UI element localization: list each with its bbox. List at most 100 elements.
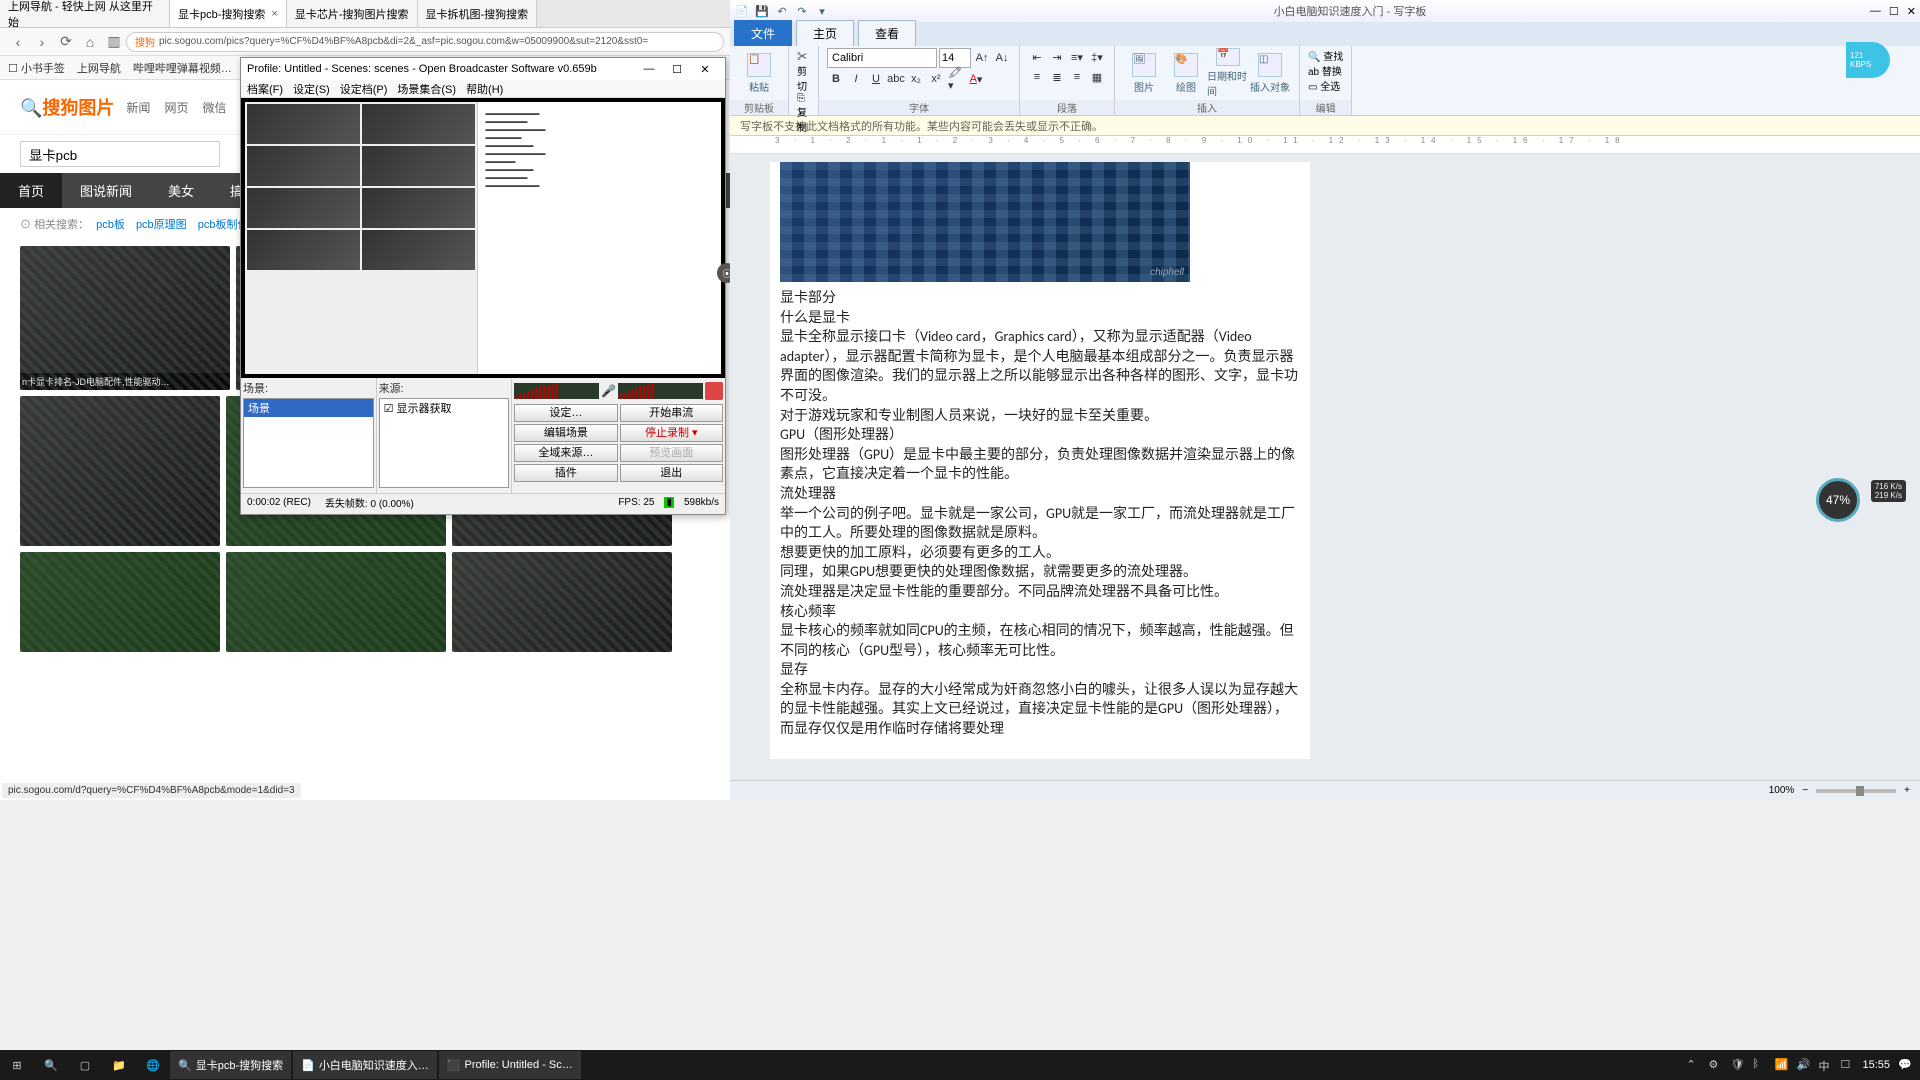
wifi-icon[interactable]: 📶 — [1774, 1058, 1788, 1072]
document-area[interactable]: chiphell 显卡部分 什么是显卡 显卡全称显示接口卡（Video card… — [730, 154, 1920, 780]
app-icon[interactable]: 📄 — [734, 3, 750, 19]
browser-tab[interactable]: 上网导航 - 轻快上网 从这里开始 — [0, 0, 170, 27]
browser-icon[interactable]: 🌐 — [136, 1050, 170, 1080]
paste-button[interactable]: 📋粘贴 — [738, 48, 780, 98]
ribbon-tab-home[interactable]: 主页 — [796, 20, 854, 46]
menu-item[interactable]: 设定(S) — [293, 81, 330, 97]
cut-button[interactable]: ✂ 剪切 — [797, 48, 810, 93]
taskbar-app[interactable]: 📄 小白电脑知识速度入… — [293, 1051, 437, 1079]
ruler[interactable]: 3 · 1 · 2 · 1 · 1 · 2 · 3 · 4 · 5 · 6 · … — [730, 136, 1920, 154]
zoom-out-button[interactable]: − — [1802, 785, 1808, 796]
insert-datetime-button[interactable]: 📅日期和时间 — [1207, 48, 1249, 98]
justify-button[interactable]: ▦ — [1088, 68, 1106, 86]
replace-button[interactable]: ab 替换 — [1308, 63, 1343, 78]
line-spacing-button[interactable]: ‡▾ — [1088, 48, 1106, 66]
maximize-button[interactable]: ☐ — [663, 63, 691, 76]
qat-dropdown-icon[interactable]: ▾ — [814, 3, 830, 19]
browser-tab[interactable]: 显卡拆机图-搜狗搜索 — [418, 0, 538, 27]
result-thumb[interactable] — [20, 552, 220, 652]
bold-button[interactable]: B — [827, 70, 845, 88]
obs-title-bar[interactable]: Profile: Untitled - Scenes: scenes - Ope… — [241, 58, 725, 80]
bluetooth-icon[interactable]: ᛒ — [1752, 1058, 1766, 1072]
nav-tab[interactable]: 图说新闻 — [62, 173, 150, 208]
exit-button[interactable]: 退出 — [620, 464, 723, 482]
insert-picture-button[interactable]: 🖼图片 — [1123, 48, 1165, 98]
ribbon-tab-view[interactable]: 查看 — [858, 20, 916, 46]
nav-tab[interactable]: 美女 — [150, 173, 212, 208]
find-button[interactable]: 🔍 查找 — [1308, 48, 1343, 63]
bookmark-item[interactable]: 哔哩哔哩弹幕视频… — [133, 60, 232, 76]
start-stream-button[interactable]: 开始串流 — [620, 404, 723, 422]
document-text[interactable]: 显卡部分 什么是显卡 显卡全称显示接口卡（Video card，Graphics… — [780, 288, 1300, 739]
sources-list[interactable]: ☑ 显示器获取 — [379, 398, 510, 488]
close-button[interactable]: ✕ — [691, 63, 719, 76]
taskbar-app[interactable]: ⬛ Profile: Untitled - Sc… — [439, 1051, 581, 1079]
ribbon-tab-file[interactable]: 文件 — [734, 20, 792, 46]
cpu-gauge[interactable]: 47% — [1816, 478, 1860, 522]
edit-scene-button[interactable]: 编辑场景 — [514, 424, 617, 442]
subscript-button[interactable]: x₂ — [907, 70, 925, 88]
task-view-icon[interactable]: ▢ — [68, 1050, 102, 1080]
preview-button[interactable]: 预览画面 — [620, 444, 723, 462]
search-icon[interactable]: 🔍 — [34, 1050, 68, 1080]
menu-item[interactable]: 档案(F) — [247, 81, 283, 97]
url-input[interactable]: 搜狗pic.sogou.com/pics?query=%CF%D4%BF%A8p… — [126, 32, 724, 52]
insert-paint-button[interactable]: 🎨绘图 — [1165, 48, 1207, 98]
list-item[interactable]: ☑ 显示器获取 — [380, 399, 509, 417]
font-color-button[interactable]: A▾ — [967, 70, 985, 88]
underline-button[interactable]: U — [867, 70, 885, 88]
tray-icon[interactable]: ☐ — [1840, 1058, 1854, 1072]
tray-icon[interactable]: 🛡 — [1730, 1058, 1744, 1072]
font-select[interactable] — [827, 48, 937, 68]
back-button[interactable]: ‹ — [6, 34, 30, 50]
save-icon[interactable]: 💾 — [754, 3, 770, 19]
strike-button[interactable]: abc — [887, 70, 905, 88]
zoom-in-button[interactable]: + — [1904, 785, 1910, 796]
bullets-button[interactable]: ≡▾ — [1068, 48, 1086, 66]
zoom-slider[interactable] — [1816, 789, 1896, 793]
result-thumb[interactable] — [452, 552, 672, 652]
redo-icon[interactable]: ↷ — [794, 3, 810, 19]
align-center-button[interactable]: ≣ — [1048, 68, 1066, 86]
italic-button[interactable]: I — [847, 70, 865, 88]
header-link[interactable]: 微信 — [202, 99, 226, 116]
close-icon[interactable]: × — [271, 8, 277, 20]
nav-tab[interactable]: 首页 — [0, 173, 62, 208]
minimize-button[interactable]: — — [1870, 5, 1881, 18]
reader-button[interactable]: ▥ — [102, 33, 126, 50]
maximize-button[interactable]: ☐ — [1889, 5, 1899, 18]
explorer-icon[interactable]: 📁 — [102, 1050, 136, 1080]
plugin-button[interactable]: 插件 — [514, 464, 617, 482]
taskbar-app[interactable]: 🔍 显卡pcb-搜狗搜索 — [170, 1051, 291, 1079]
shrink-font-icon[interactable]: A↓ — [993, 49, 1011, 67]
select-all-button[interactable]: ▭ 全选 — [1308, 78, 1343, 93]
notification-icon[interactable]: 💬 — [1898, 1058, 1912, 1072]
highlight-button[interactable]: 🖍▾ — [947, 70, 965, 88]
site-logo[interactable]: 🔍搜狗图片 — [20, 94, 114, 120]
result-thumb[interactable]: n卡显卡排名-JD电脑配件,性能驱动… — [20, 246, 230, 390]
bookmark-item[interactable]: 上网导航 — [77, 60, 121, 76]
align-left-button[interactable]: ≡ — [1028, 68, 1046, 86]
menu-item[interactable]: 设定档(P) — [340, 81, 388, 97]
settings-button[interactable]: 设定… — [514, 404, 617, 422]
indent-inc-button[interactable]: ⇥ — [1048, 48, 1066, 66]
forward-button[interactable]: › — [30, 34, 54, 50]
tray-icon[interactable]: ⚙ — [1708, 1058, 1722, 1072]
header-link[interactable]: 网页 — [164, 99, 188, 116]
undo-icon[interactable]: ↶ — [774, 3, 790, 19]
menu-item[interactable]: 帮助(H) — [466, 81, 503, 97]
reload-button[interactable]: ⟳ — [54, 33, 78, 50]
indent-dec-button[interactable]: ⇤ — [1028, 48, 1046, 66]
result-thumb[interactable] — [226, 552, 446, 652]
ime-icon[interactable]: 中 — [1818, 1058, 1832, 1072]
mic-icon[interactable]: 🎤 — [601, 384, 616, 398]
search-input[interactable] — [20, 141, 220, 167]
network-badge[interactable]: 121 KBPS — [1846, 42, 1890, 78]
document-image[interactable]: chiphell — [780, 162, 1190, 282]
browser-tab[interactable]: 显卡pcb-搜狗搜索× — [170, 0, 287, 27]
speaker-icon[interactable] — [705, 382, 723, 400]
volume-icon[interactable]: 🔊 — [1796, 1058, 1810, 1072]
close-button[interactable]: ✕ — [1907, 5, 1916, 18]
home-button[interactable]: ⌂ — [78, 34, 102, 50]
superscript-button[interactable]: x² — [927, 70, 945, 88]
